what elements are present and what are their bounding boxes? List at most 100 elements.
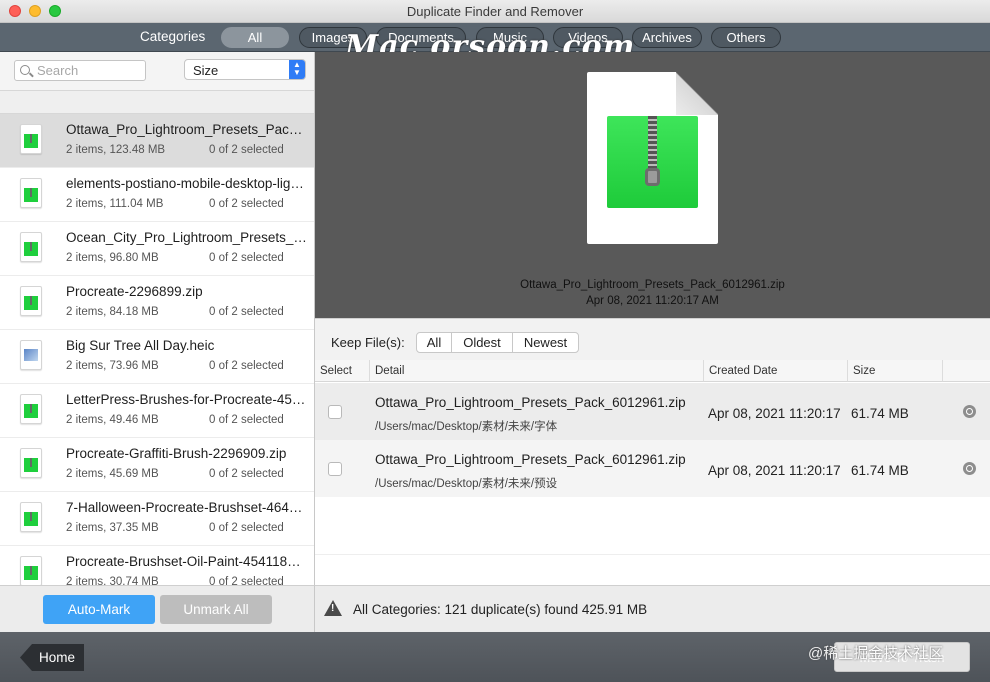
updown-arrows-icon: ▲ ▼ (289, 60, 305, 79)
sidebar-footer: Auto-Mark Unmark All (0, 585, 315, 632)
zip-file-icon (20, 502, 42, 532)
auto-mark-button[interactable]: Auto-Mark (43, 595, 155, 624)
sort-value: Size (193, 63, 219, 78)
column-header-created-date[interactable]: Created Date (704, 360, 848, 382)
file-count: 2 items, 37.35 MB (66, 522, 159, 534)
page-fold (676, 72, 718, 115)
file-name: Ottawa_Pro_Lightroom_Presets_Pack_601296… (66, 122, 308, 137)
selection-count: 0 of 2 selected (209, 468, 284, 480)
list-item[interactable]: Ocean_City_Pro_Lightroom_Presets_6012960… (0, 222, 314, 276)
keep-newest-button[interactable]: Newest (512, 332, 579, 353)
preview-filename: Ottawa_Pro_Lightroom_Presets_Pack_601296… (520, 279, 785, 291)
zip-file-icon (20, 124, 42, 154)
row-size: 61.74 MB (851, 406, 909, 421)
column-header-size[interactable]: Size (848, 360, 943, 382)
zip-file-icon (20, 178, 42, 208)
search-box[interactable] (14, 60, 146, 81)
column-header-detail[interactable]: Detail (370, 360, 704, 382)
categories-label: Categories (140, 29, 206, 44)
column-header-blank (943, 360, 990, 382)
row-file-name: Ottawa_Pro_Lightroom_Presets_Pack_601296… (375, 395, 686, 410)
file-count: 2 items, 45.69 MB (66, 468, 159, 480)
zip-file-icon (20, 556, 42, 585)
file-name: Procreate-Brushset-Oil-Paint-4541180.zip (66, 554, 308, 569)
file-count: 2 items, 30.74 MB (66, 576, 159, 585)
row-size: 61.74 MB (851, 463, 909, 478)
file-preview: Ottawa_Pro_Lightroom_Presets_Pack_601296… (315, 52, 990, 318)
tab-archives[interactable]: Archives (632, 27, 702, 48)
warning-icon (324, 600, 342, 616)
tab-videos[interactable]: Videos (553, 27, 623, 48)
file-name: Ocean_City_Pro_Lightroom_Presets_6012960… (66, 230, 308, 245)
selection-count: 0 of 2 selected (209, 306, 284, 318)
selection-count: 0 of 2 selected (209, 414, 284, 426)
zip-file-icon (20, 286, 42, 316)
zip-file-icon (20, 232, 42, 262)
list-item[interactable]: LetterPress-Brushes-for-Procreate-454118… (0, 384, 314, 438)
heic-file-icon (20, 340, 42, 370)
duplicates-table: Select Detail Created Date Size Ottawa_P… (315, 360, 990, 585)
selection-count: 0 of 2 selected (209, 360, 284, 372)
status-text: All Categories: 121 duplicate(s) found 4… (353, 602, 648, 617)
keep-all-button[interactable]: All (416, 332, 452, 353)
table-empty-row (315, 497, 990, 555)
list-item[interactable]: Procreate-Graffiti-Brush-2296909.zip 2 i… (0, 438, 314, 492)
keep-oldest-button[interactable]: Oldest (451, 332, 513, 353)
list-item[interactable]: elements-postiano-mobile-desktop-lightro… (0, 168, 314, 222)
file-count: 2 items, 123.48 MB (66, 144, 166, 156)
selection-count: 0 of 2 selected (209, 252, 284, 264)
file-name: LetterPress-Brushes-for-Procreate-454118… (66, 392, 308, 407)
column-header-select[interactable]: Select (315, 360, 370, 382)
row-file-name: Ottawa_Pro_Lightroom_Presets_Pack_601296… (375, 452, 686, 467)
row-created-date: Apr 08, 2021 11:20:17 AM (708, 463, 841, 478)
file-count: 2 items, 96.80 MB (66, 252, 159, 264)
selection-count: 0 of 2 selected (209, 522, 284, 534)
tab-documents[interactable]: Documents (376, 27, 466, 48)
row-checkbox[interactable] (328, 462, 342, 476)
title-bar: Duplicate Finder and Remover (0, 0, 990, 23)
bottom-toolbar: Home Move To Trash @稀土掘金技术社区 (0, 632, 990, 682)
list-header (0, 90, 314, 114)
file-name: Big Sur Tree All Day.heic (66, 338, 215, 353)
file-name: 7-Halloween-Procreate-Brushset-4641180.z… (66, 500, 308, 515)
file-name: Procreate-2296899.zip (66, 284, 203, 299)
list-item[interactable]: 7-Halloween-Procreate-Brushset-4641180.z… (0, 492, 314, 546)
tab-all[interactable]: All (221, 27, 289, 48)
keep-files-bar: Keep File(s): All Oldest Newest (315, 318, 990, 360)
list-item[interactable]: Procreate-2296899.zip 2 items, 84.18 MB … (0, 276, 314, 330)
list-item[interactable]: Ottawa_Pro_Lightroom_Presets_Pack_601296… (0, 114, 314, 168)
zip-archive-icon (607, 116, 698, 208)
preview-date: Apr 08, 2021 11:20:17 AM (586, 295, 719, 307)
file-count: 2 items, 84.18 MB (66, 306, 159, 318)
keep-files-label: Keep File(s): (331, 335, 405, 350)
magnifier-icon[interactable] (963, 462, 976, 475)
table-row[interactable]: Ottawa_Pro_Lightroom_Presets_Pack_601296… (315, 383, 990, 440)
file-count: 2 items, 49.46 MB (66, 414, 159, 426)
search-icon (20, 65, 30, 75)
row-checkbox[interactable] (328, 405, 342, 419)
table-row[interactable]: Ottawa_Pro_Lightroom_Presets_Pack_601296… (315, 440, 990, 497)
sort-dropdown[interactable]: Size ▲ ▼ (184, 59, 306, 80)
tab-images[interactable]: Images (299, 27, 367, 48)
file-count: 2 items, 73.96 MB (66, 360, 159, 372)
category-bar: Categories All Images Documents Music Vi… (0, 23, 990, 64)
duplicate-groups-panel: Size ▲▼ Ottawa_Pro_Lightroom_Presets_Pac… (0, 52, 315, 585)
unmark-all-button[interactable]: Unmark All (160, 595, 272, 624)
status-bar: All Categories: 121 duplicate(s) found 4… (315, 585, 990, 632)
magnifier-icon[interactable] (963, 405, 976, 418)
file-count: 2 items, 111.04 MB (66, 198, 164, 210)
home-button[interactable]: Home (20, 644, 84, 671)
move-to-trash-button[interactable]: Move To Trash (834, 642, 970, 672)
list-item[interactable]: Procreate-Brushset-Oil-Paint-4541180.zip… (0, 546, 314, 585)
zip-file-icon (20, 394, 42, 424)
window-title: Duplicate Finder and Remover (406, 4, 584, 19)
tab-music[interactable]: Music (476, 27, 544, 48)
list-item[interactable]: Big Sur Tree All Day.heic 2 items, 73.96… (0, 330, 314, 384)
tab-others[interactable]: Others (711, 27, 781, 48)
file-name: Procreate-Graffiti-Brush-2296909.zip (66, 446, 287, 461)
selection-count: 0 of 2 selected (209, 144, 284, 156)
search-input[interactable] (37, 62, 142, 79)
row-file-path: /Users/mac/Desktop/素材/未来/字体 (375, 421, 558, 433)
selection-count: 0 of 2 selected (209, 198, 284, 210)
zip-file-icon (20, 448, 42, 478)
